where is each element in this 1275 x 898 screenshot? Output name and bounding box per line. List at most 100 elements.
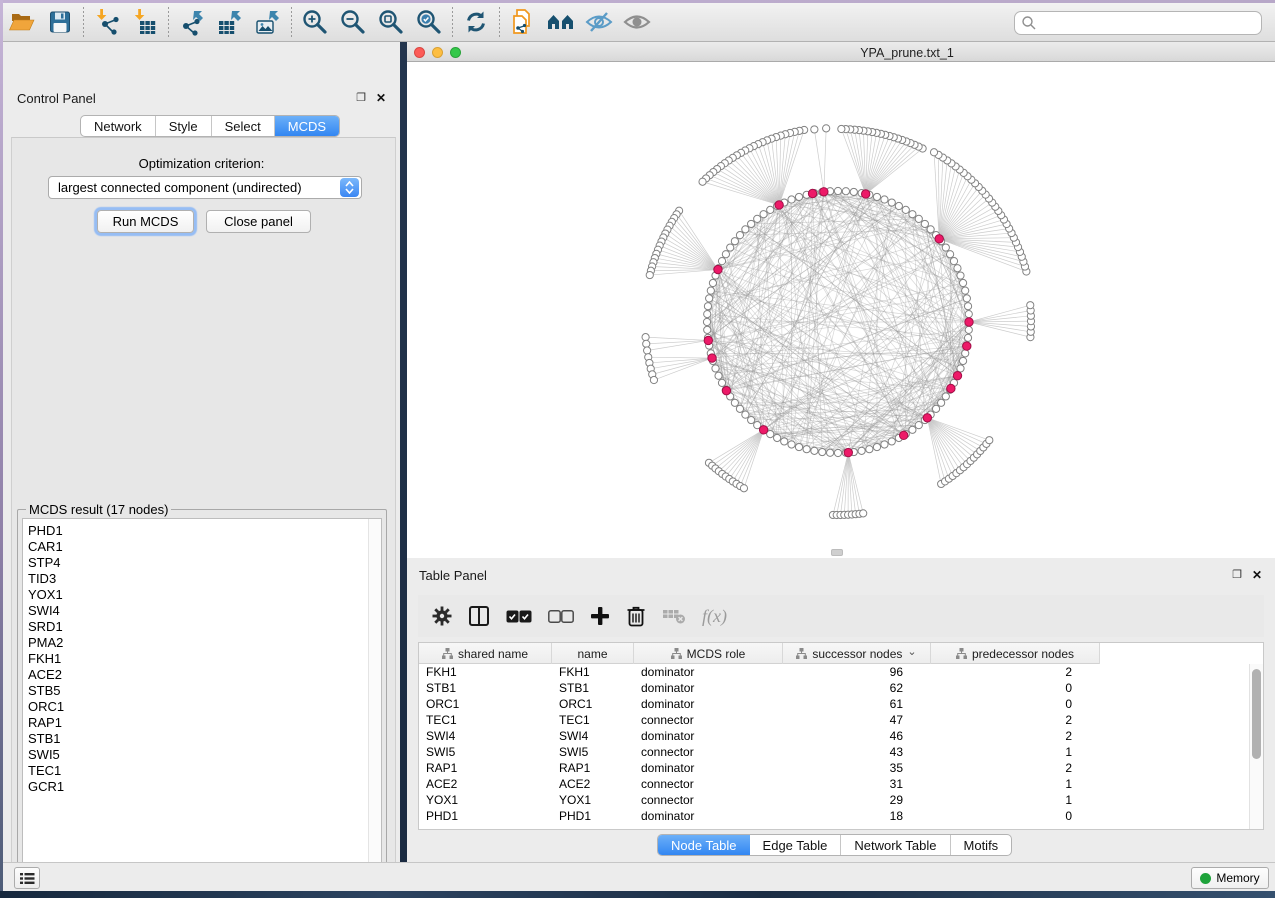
graph-node[interactable] [715, 372, 722, 379]
table-row[interactable]: RAP1RAP1dominator352 [419, 760, 1249, 776]
table-row[interactable]: TEC1TEC1connector472 [419, 712, 1249, 728]
close-window-icon[interactable] [414, 47, 425, 58]
graph-mcds-node[interactable] [953, 371, 961, 379]
graph-node[interactable] [760, 211, 767, 218]
graph-leaf-node[interactable] [930, 149, 937, 156]
add-row-button[interactable] [590, 601, 610, 631]
table-row[interactable]: SWI5SWI5connector431 [419, 744, 1249, 760]
mcds-result-item[interactable]: PMA2 [23, 635, 367, 651]
graph-mcds-node[interactable] [923, 414, 931, 422]
graph-node[interactable] [718, 258, 725, 265]
column-header-predecessor-nodes[interactable]: predecessor nodes [931, 643, 1100, 664]
graph-node[interactable] [736, 232, 743, 239]
tab-edge-table[interactable]: Edge Table [750, 835, 842, 855]
graph-node[interactable] [742, 226, 749, 233]
memory-button[interactable]: Memory [1191, 867, 1269, 889]
zoom-out-button[interactable] [334, 5, 372, 39]
select-all-button[interactable] [506, 601, 532, 631]
graph-node[interactable] [959, 357, 966, 364]
graph-node[interactable] [954, 265, 961, 272]
tab-motifs[interactable]: Motifs [951, 835, 1012, 855]
graph-node[interactable] [942, 244, 949, 251]
graph-node[interactable] [703, 318, 710, 325]
graph-leaf-node[interactable] [740, 485, 747, 492]
graph-mcds-node[interactable] [899, 431, 907, 439]
graph-node[interactable] [909, 426, 916, 433]
table-scrollbar[interactable] [1249, 664, 1263, 829]
delete-button[interactable] [626, 601, 646, 631]
show-all-button[interactable] [618, 5, 656, 39]
mcds-result-item[interactable]: CAR1 [23, 539, 367, 555]
graph-node[interactable] [895, 202, 902, 209]
mcds-result-item[interactable]: STP4 [23, 555, 367, 571]
column-header-name[interactable]: name [552, 643, 634, 664]
graph-leaf-node[interactable] [986, 437, 993, 444]
graph-mcds-node[interactable] [947, 384, 955, 392]
mcds-result-item[interactable]: YOX1 [23, 587, 367, 603]
graph-node[interactable] [709, 279, 716, 286]
mcds-result-item[interactable]: SRD1 [23, 619, 367, 635]
graph-node[interactable] [834, 449, 841, 456]
mcds-result-item[interactable]: STB1 [23, 731, 367, 747]
graph-mcds-node[interactable] [722, 386, 730, 394]
search-input[interactable] [1014, 11, 1262, 35]
mcds-result-item[interactable]: TID3 [23, 571, 367, 587]
graph-node[interactable] [742, 411, 749, 418]
table-settings-button[interactable] [432, 601, 452, 631]
graph-node[interactable] [964, 334, 971, 341]
mcds-result-item[interactable]: FKH1 [23, 651, 367, 667]
graph-leaf-node[interactable] [646, 271, 653, 278]
table-row[interactable]: FKH1FKH1dominator962 [419, 664, 1249, 680]
graph-node[interactable] [932, 405, 939, 412]
graph-node[interactable] [811, 447, 818, 454]
graph-node[interactable] [942, 393, 949, 400]
tab-network[interactable]: Network [81, 116, 156, 136]
first-neighbors-button[interactable] [542, 5, 580, 39]
graph-mcds-node[interactable] [714, 265, 722, 273]
column-header-successor-nodes[interactable]: successor nodes⌄ [783, 643, 931, 664]
column-header-shared-name[interactable]: shared name [419, 643, 552, 664]
export-network-button[interactable] [173, 5, 211, 39]
task-history-button[interactable] [14, 867, 40, 889]
mcds-result-item[interactable]: GCR1 [23, 779, 367, 795]
graph-node[interactable] [842, 188, 849, 195]
mcds-result-item[interactable]: ACE2 [23, 667, 367, 683]
graph-node[interactable] [748, 220, 755, 227]
mcds-result-item[interactable]: ORC1 [23, 699, 367, 715]
graph-node[interactable] [873, 443, 880, 450]
graph-mcds-node[interactable] [775, 201, 783, 209]
graph-node[interactable] [902, 206, 909, 213]
graph-leaf-node[interactable] [644, 347, 651, 354]
graph-node[interactable] [788, 441, 795, 448]
graph-node[interactable] [938, 399, 945, 406]
graph-leaf-node[interactable] [823, 125, 830, 132]
optimization-criterion-select[interactable]: largest connected component (undirected) [48, 176, 362, 199]
graph-node[interactable] [947, 251, 954, 258]
graph-node[interactable] [712, 365, 719, 372]
graph-leaf-node[interactable] [1027, 302, 1034, 309]
float-panel-icon[interactable]: ❐ [356, 93, 366, 104]
graph-node[interactable] [959, 279, 966, 286]
table-row[interactable]: PHD1PHD1dominator180 [419, 808, 1249, 824]
graph-node[interactable] [795, 193, 802, 200]
zoom-in-button[interactable] [296, 5, 334, 39]
graph-node[interactable] [834, 187, 841, 194]
graph-node[interactable] [850, 188, 857, 195]
mcds-result-item[interactable]: SWI4 [23, 603, 367, 619]
graph-node[interactable] [736, 405, 743, 412]
export-image-button[interactable] [249, 5, 287, 39]
maximize-window-icon[interactable] [450, 47, 461, 58]
column-header-MCDS-role[interactable]: MCDS role [634, 643, 783, 664]
graph-mcds-node[interactable] [935, 235, 943, 243]
graph-node[interactable] [964, 303, 971, 310]
save-session-button[interactable] [41, 5, 79, 39]
tab-node-table[interactable]: Node Table [658, 835, 750, 855]
panel-splitter-grip[interactable] [831, 549, 843, 556]
graph-node[interactable] [881, 196, 888, 203]
refresh-button[interactable] [457, 5, 495, 39]
graph-node[interactable] [718, 379, 725, 386]
mcds-result-item[interactable]: SWI5 [23, 747, 367, 763]
run-mcds-button[interactable]: Run MCDS [97, 210, 194, 233]
graph-node[interactable] [957, 272, 964, 279]
graph-node[interactable] [754, 215, 761, 222]
